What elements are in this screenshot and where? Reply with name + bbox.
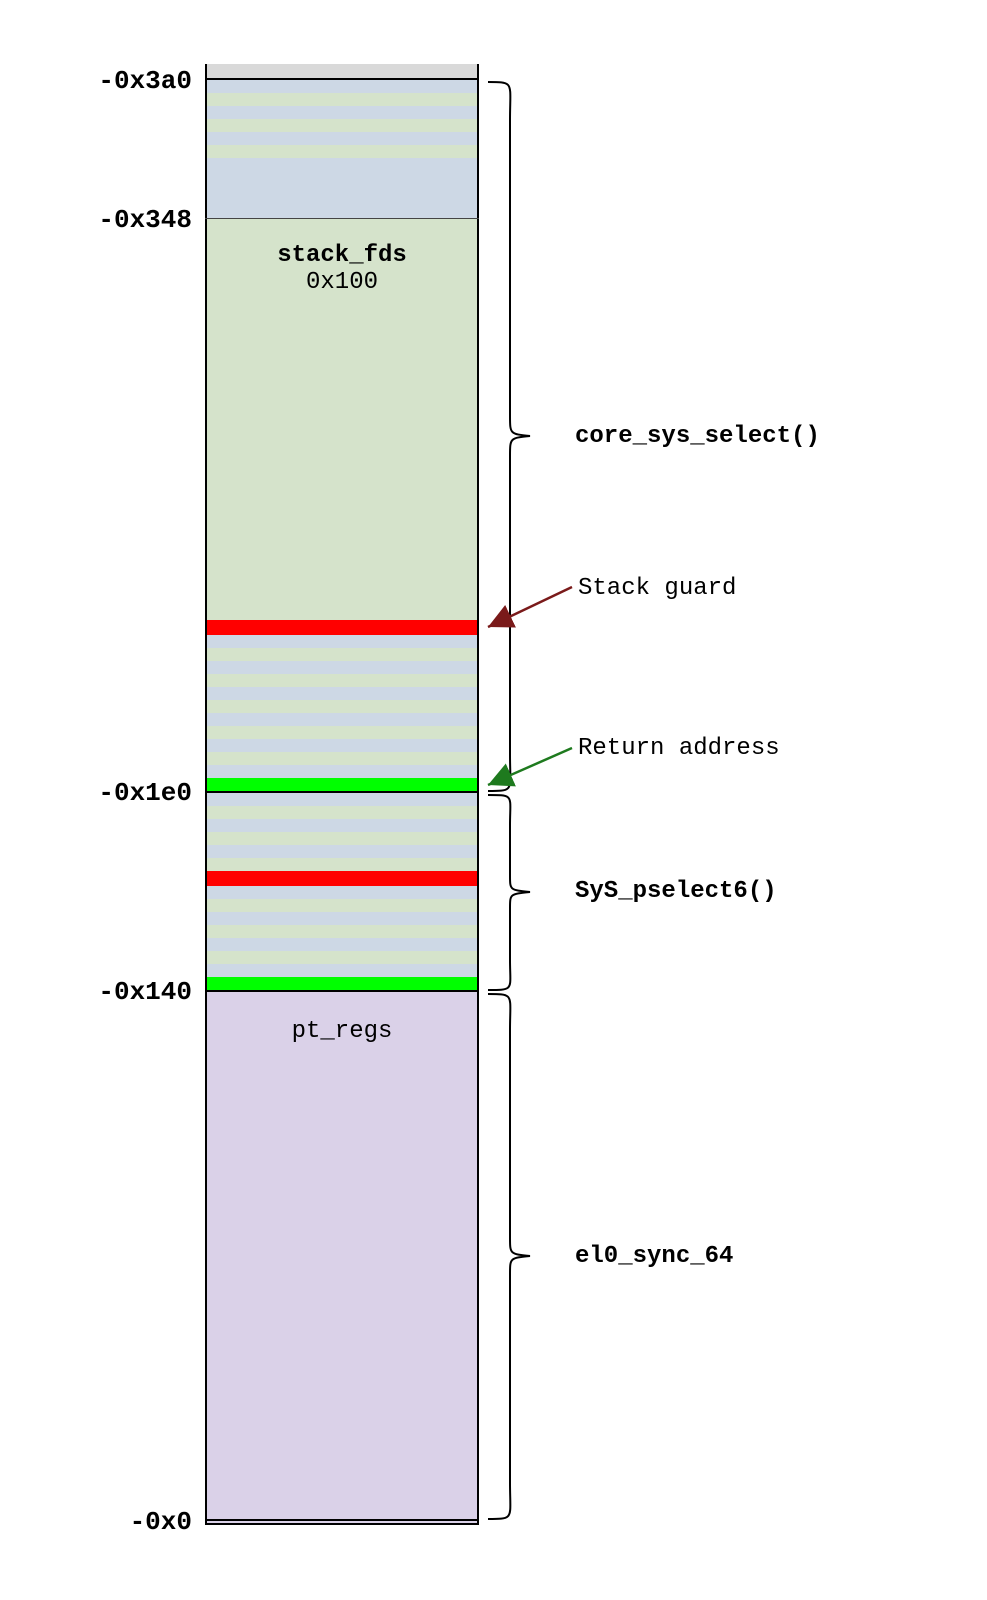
stack-stripe [205,726,479,739]
brace-label-sys-pselect6: SyS_pselect6() [575,878,777,905]
addr-label: -0x0 [130,1507,192,1537]
stack-guard-label: Stack guard [578,575,736,602]
divider [205,990,479,992]
stack-stripe [205,858,479,871]
stack-stripe [205,938,479,951]
stack-stripe [205,752,479,765]
addr-label: -0x3a0 [98,66,192,96]
stack-stripe [205,765,479,778]
stack-stripe [205,925,479,938]
stack-stripe [205,687,479,700]
pt-regs-label: pt_regs [205,1018,479,1045]
stack-stripe [205,661,479,674]
stack-stripe [205,648,479,661]
brace-label-el0-sync-64: el0_sync_64 [575,1243,733,1270]
stack-stripe [205,145,479,158]
stack-stripe [205,119,479,132]
stack-stripe [205,93,479,106]
stack-guard-bar [205,871,479,886]
stack-stripe [205,635,479,648]
divider [205,218,479,219]
stack-stripe [205,713,479,726]
stack-fds-size: 0x100 [306,269,378,296]
stack-stripe [205,951,479,964]
divider [205,791,479,793]
addr-label: -0x1e0 [98,778,192,808]
brace-icon [488,82,530,791]
stack-stripe [205,106,479,119]
addr-label: -0x140 [98,977,192,1007]
brace-label-core-sys-select: core_sys_select() [575,423,820,450]
stack-diagram: -0x3a0 -0x348 -0x1e0 -0x140 -0x0 stack_f… [20,20,987,1580]
arrow-icon [488,748,572,785]
stack-stripe [205,806,479,819]
stack-stripe [205,158,479,218]
stack-stripe [205,132,479,145]
stack-guard-bar [205,620,479,635]
stack-stripe [205,700,479,713]
return-address-label: Return address [578,735,780,762]
stack-fds-label: stack_fds 0x100 [205,242,479,296]
stack-stripe [205,739,479,752]
stack-stripe [205,793,479,806]
stack-stripe [205,899,479,912]
stack-stripe [205,674,479,687]
divider [205,1519,479,1521]
addr-label: -0x348 [98,205,192,235]
brace-icon [488,994,530,1519]
stack-stripe [205,912,479,925]
stack-stripe [205,886,479,899]
brace-icon [488,795,530,990]
stack-stripe [205,832,479,845]
stack-fds-name: stack_fds [277,242,407,269]
arrow-icon [488,587,572,627]
stack-stripe [205,80,479,93]
stack-stripe [205,845,479,858]
divider [205,78,479,80]
stack-stripe [205,964,479,977]
stack-stripe [205,819,479,832]
